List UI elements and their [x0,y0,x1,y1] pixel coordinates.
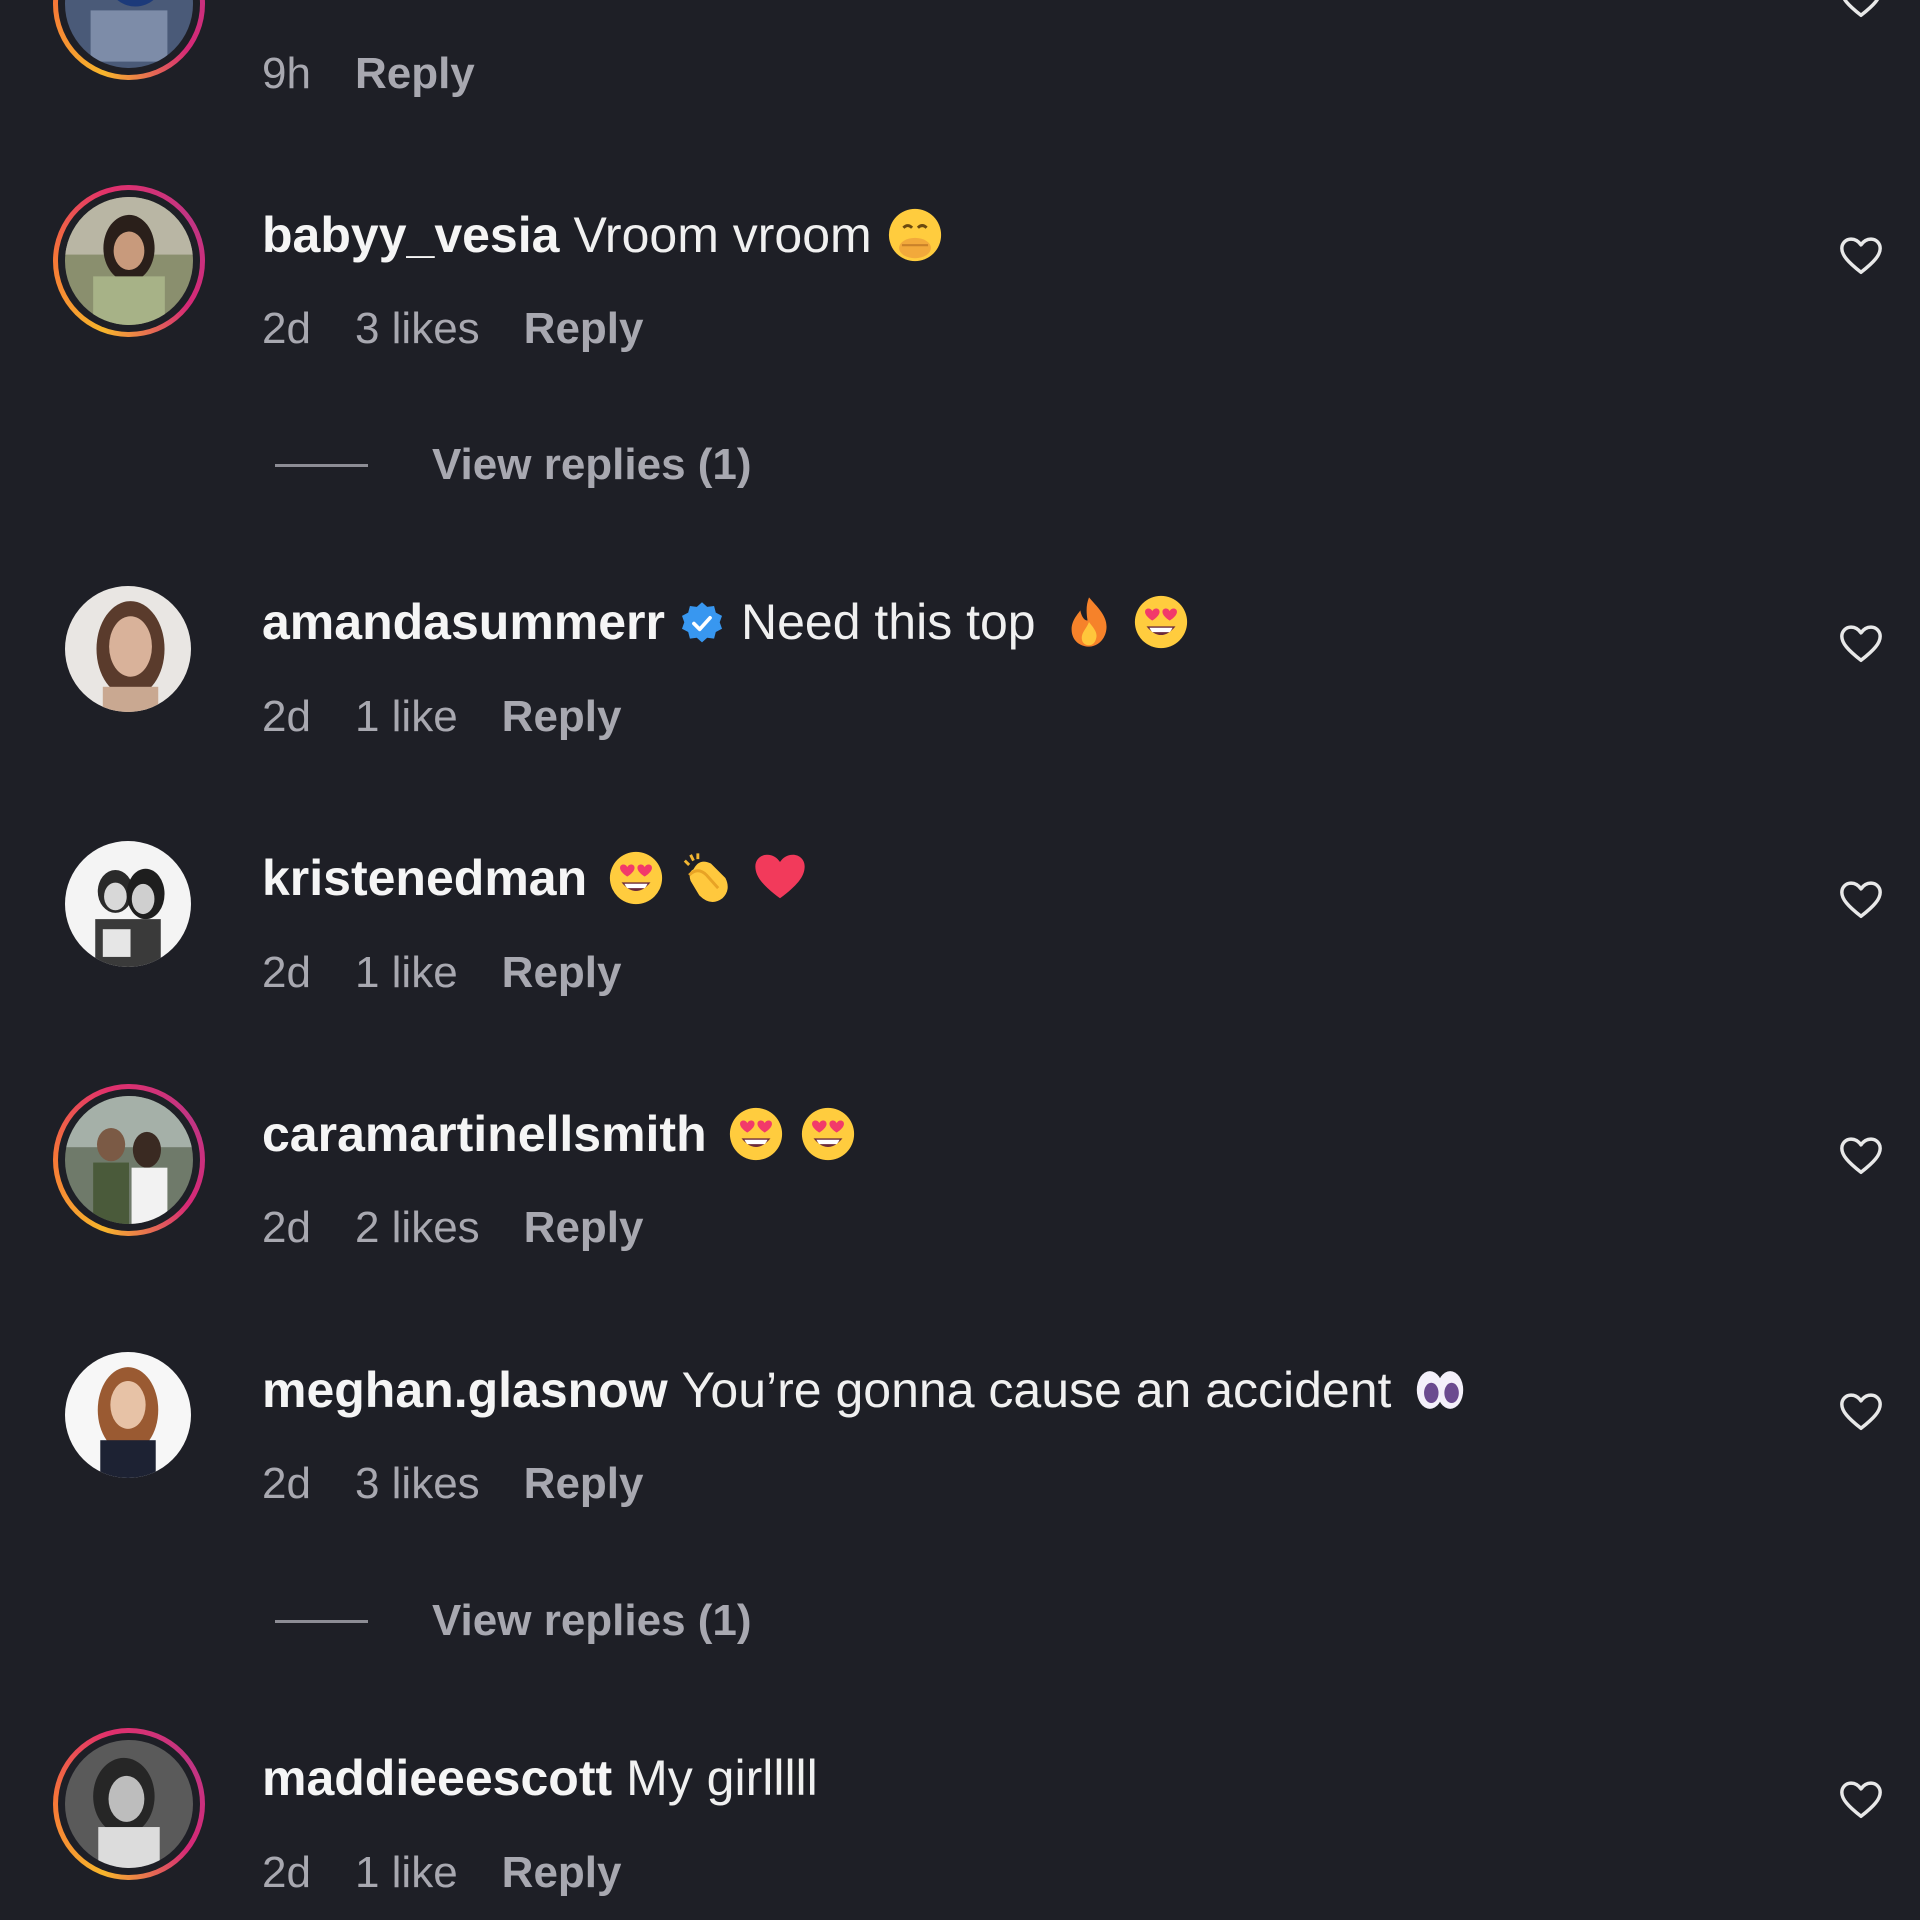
comment-time: 2d [262,1848,311,1897]
comment-main-line: babyy_vesia Vroom vroom [262,205,944,265]
like-heart-icon[interactable] [1838,1777,1884,1823]
comment-username[interactable]: kristenedman [262,848,587,908]
like-heart-icon[interactable] [1838,877,1884,923]
comment-likes[interactable]: 3 likes [355,1459,480,1508]
like-heart-icon[interactable] [1838,0,1884,22]
comment-meta: 2d 1 like Reply [262,1848,666,1898]
comment-main-line: caramartinellsmith [262,1104,857,1164]
comment-username[interactable]: babyy_vesia [262,205,559,265]
avatar-photo [65,197,193,325]
avatar-photo [65,586,191,712]
comment-time: 2d [262,1203,311,1252]
comment-time: 2d [262,948,311,997]
view-replies-button[interactable]: View replies (1) [275,1596,752,1646]
comment-likes[interactable]: 2 likes [355,1203,480,1252]
like-heart-icon[interactable] [1838,1133,1884,1179]
avatar-photo [65,1096,193,1224]
comment-username[interactable]: caramartinellsmith [262,1104,707,1164]
reply-button[interactable]: Reply [502,948,622,997]
clapping-hands-emoji [679,849,737,907]
comment-meta: 2d 1 like Reply [262,692,666,742]
comment-main-line: maddieeescott My girlllll [262,1748,818,1808]
comment-meta: 2d 3 likes Reply [262,1459,688,1509]
comment-main-line: amandasummerr Need this top [262,592,1190,652]
comment-likes[interactable]: 1 like [355,1848,458,1897]
reply-button[interactable]: Reply [355,49,475,98]
avatar[interactable] [65,841,191,967]
comment-main-line: kristenedman [262,848,809,908]
comment-meta: 2d 1 like Reply [262,948,666,998]
comment-likes[interactable]: 1 like [355,948,458,997]
comment-main-line: meghan.glasnow You’re gonna cause an acc… [262,1360,1469,1420]
like-heart-icon[interactable] [1838,621,1884,667]
comment-username[interactable]: maddieeescott [262,1748,612,1808]
comment-time: 9h [262,49,311,98]
avatar[interactable] [53,0,205,80]
comment-likes[interactable]: 3 likes [355,304,480,353]
avatar-photo [65,1352,191,1478]
view-replies-label[interactable]: View replies (1) [432,1596,752,1646]
heart-eyes-emoji [727,1105,785,1163]
eyes-emoji [1411,1361,1469,1419]
comment-text: My girlllll [626,1750,818,1806]
divider [275,1619,368,1623]
comment-meta: 9h Reply [262,49,519,99]
avatar-photo [65,0,193,68]
comment-username[interactable]: amandasummerr [262,592,665,652]
view-replies-button[interactable]: View replies (1) [275,440,752,490]
face-with-hand-over-mouth-emoji [886,206,944,264]
comment-text: Vroom vroom [573,207,872,263]
comment-text: You’re gonna cause an accident [681,1362,1392,1418]
like-heart-icon[interactable] [1838,233,1884,279]
avatar[interactable] [53,185,205,337]
heart-eyes-emoji [607,849,665,907]
divider [275,463,368,467]
like-heart-icon[interactable] [1838,1389,1884,1435]
comment-text: Need this top [740,594,1036,650]
avatar[interactable] [65,586,191,712]
reply-button[interactable]: Reply [502,1848,622,1897]
view-replies-label[interactable]: View replies (1) [432,440,752,490]
comment-meta: 2d 3 likes Reply [262,304,688,354]
verified-badge-icon [679,599,725,645]
fire-emoji [1060,593,1118,651]
avatar[interactable] [53,1728,205,1880]
comment-time: 2d [262,692,311,741]
avatar[interactable] [65,1352,191,1478]
avatar[interactable] [53,1084,205,1236]
comment-meta: 2d 2 likes Reply [262,1203,688,1253]
reply-button[interactable]: Reply [524,304,644,353]
comment-likes[interactable]: 1 like [355,692,458,741]
red-heart-emoji [751,849,809,907]
comment-list: 9h Reply babyy_vesia Vroom vroom 2d 3 like… [0,0,1920,1920]
comment-time: 2d [262,1459,311,1508]
reply-button[interactable]: Reply [502,692,622,741]
avatar-photo [65,1740,193,1868]
comment-time: 2d [262,304,311,353]
heart-eyes-emoji [1132,593,1190,651]
comment-username[interactable]: meghan.glasnow [262,1360,668,1420]
reply-button[interactable]: Reply [524,1459,644,1508]
heart-eyes-emoji [799,1105,857,1163]
avatar-photo [65,841,191,967]
reply-button[interactable]: Reply [524,1203,644,1252]
